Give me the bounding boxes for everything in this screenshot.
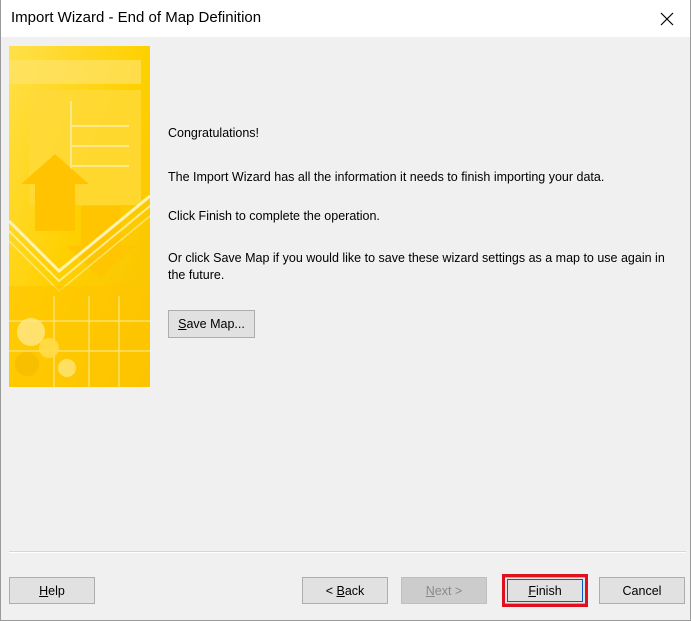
help-label: Help [39,583,65,598]
close-button[interactable] [644,0,690,37]
congratulations-text: Congratulations! [168,126,260,140]
save-map-button[interactable]: Save Map... [168,310,255,338]
cancel-button[interactable]: Cancel [599,577,685,604]
title-bar: Import Wizard - End of Map Definition [1,0,690,37]
back-label: < Back [325,583,365,598]
import-banner-graphic [9,46,150,387]
back-button[interactable]: < Back [302,577,388,604]
save-map-label: Save Map... [178,317,245,331]
import-wizard-dialog: Import Wizard - End of Map Definition Co… [0,0,691,621]
finish-highlight-box [502,574,588,607]
next-button[interactable]: Next > [401,577,487,604]
close-icon [660,12,674,25]
instruction-text: Click Finish to complete the operation. [168,209,380,223]
cancel-label: Cancel [622,583,662,598]
save-map-hint-text: Or click Save Map if you would like to s… [168,251,665,282]
footer-separator [9,551,686,553]
window-title: Import Wizard - End of Map Definition [11,9,262,26]
help-button[interactable]: Help [9,577,95,604]
next-label: Next > [425,583,463,598]
info-text: The Import Wizard has all the informatio… [168,170,605,184]
finish-focus-ring [507,579,583,602]
